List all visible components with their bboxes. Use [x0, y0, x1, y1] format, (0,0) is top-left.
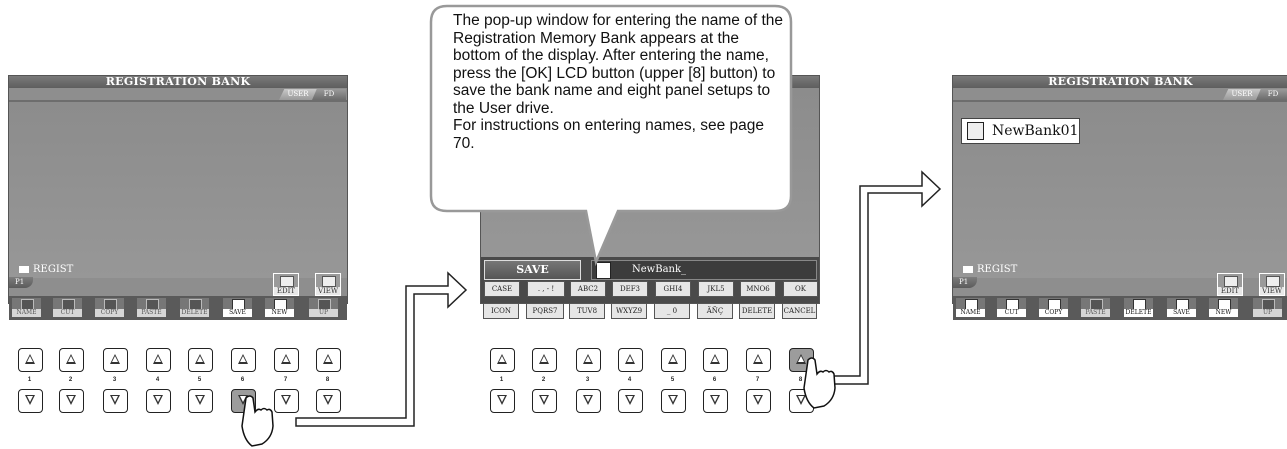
arrow-icon: [829, 170, 942, 385]
flow-arrows: [241, 170, 942, 447]
hand-pointer-icon: [241, 395, 274, 447]
arrow-icon: [295, 271, 468, 427]
hand-pointer-icon: [803, 357, 836, 409]
